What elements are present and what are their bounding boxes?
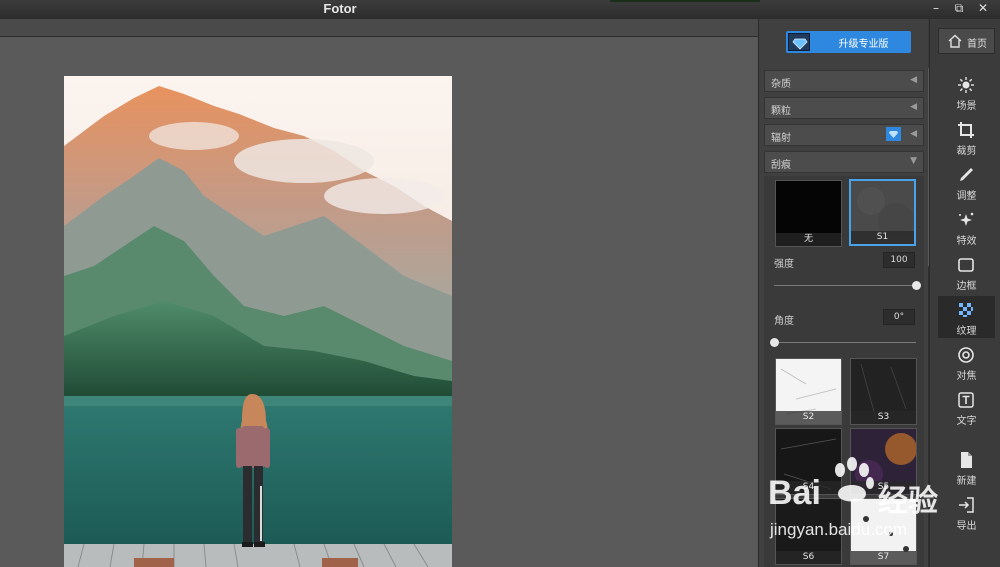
section-radiation-label: 辐射 xyxy=(771,133,791,144)
section-scratch[interactable]: 刮痕 ▼ xyxy=(764,151,924,173)
texture-thumb-label: S3 xyxy=(851,411,916,424)
texture-thumb-s5[interactable]: S5 xyxy=(850,428,917,495)
canvas-toolbar xyxy=(0,19,758,37)
tool-new[interactable]: 新建 xyxy=(938,446,995,488)
text-icon xyxy=(957,391,975,409)
texture-thumb-label: S1 xyxy=(851,231,914,244)
angle-slider-handle[interactable] xyxy=(769,338,779,347)
upgrade-pro-label: 升级专业版 xyxy=(838,39,889,50)
expand-arrow-icon: ▼ xyxy=(910,156,917,166)
tool-scene-label: 场景 xyxy=(956,101,977,112)
tool-effects[interactable]: 特效 xyxy=(938,206,995,248)
crop-icon xyxy=(957,121,975,139)
section-scratch-label: 刮痕 xyxy=(771,160,791,171)
strength-label: 强度 xyxy=(774,259,794,270)
strength-slider-handle[interactable] xyxy=(911,281,921,290)
collapse-arrow-icon: ◀ xyxy=(910,75,917,85)
tool-frame[interactable]: 边框 xyxy=(938,251,995,293)
home-label: 首页 xyxy=(967,39,987,50)
angle-slider-track[interactable] xyxy=(774,342,916,343)
tool-effects-label: 特效 xyxy=(956,236,977,247)
tool-frame-label: 边框 xyxy=(956,281,977,292)
tool-sidebar: 首页 场景 裁剪 调整 特效 边框 纹理 对焦 文字 新建 导出 xyxy=(929,19,1000,567)
section-impurity[interactable]: 杂质 ◀ xyxy=(764,70,924,92)
tool-texture[interactable]: 纹理 xyxy=(938,296,995,338)
section-grain-label: 颗粒 xyxy=(771,106,791,117)
tool-export-label: 导出 xyxy=(956,521,977,532)
texture-thumb-label: 无 xyxy=(776,233,841,246)
upgrade-pro-button[interactable]: 升级专业版 xyxy=(786,31,911,53)
texture-thumb-s4[interactable]: S4 xyxy=(775,428,842,495)
angle-label: 角度 xyxy=(774,316,794,327)
strength-slider-track[interactable] xyxy=(774,285,916,286)
close-button[interactable]: ✕ xyxy=(972,0,994,17)
strength-value[interactable]: 100 xyxy=(883,252,915,268)
tool-text-label: 文字 xyxy=(956,416,977,427)
fotor-app: Fotor – ⧉ ✕ 升级专业版 杂质 ◀ 颗粒 ◀ 辐射 ◀ 刮痕 ▼ 无 … xyxy=(0,0,1000,567)
restore-button[interactable]: ⧉ xyxy=(948,0,970,17)
texture-thumb-label: S7 xyxy=(851,551,916,564)
tool-crop-label: 裁剪 xyxy=(956,146,977,157)
scene-icon xyxy=(957,76,975,94)
section-radiation[interactable]: 辐射 ◀ xyxy=(764,124,924,146)
texture-thumb-s7[interactable]: S7 xyxy=(850,498,917,565)
tool-new-label: 新建 xyxy=(956,476,977,487)
new-file-icon xyxy=(957,451,975,469)
angle-value[interactable]: 0° xyxy=(883,309,915,325)
texture-thumb-none[interactable]: 无 xyxy=(775,180,842,247)
texture-thumb-s2[interactable]: S2 xyxy=(775,358,842,425)
tool-export[interactable]: 导出 xyxy=(938,491,995,533)
texture-panel: 升级专业版 杂质 ◀ 颗粒 ◀ 辐射 ◀ 刮痕 ▼ 无 S1 强度 100 角度… xyxy=(758,19,932,567)
title-bar: Fotor – ⧉ ✕ xyxy=(0,0,1000,19)
texture-thumb-label: S6 xyxy=(776,551,841,564)
tool-focus[interactable]: 对焦 xyxy=(938,341,995,383)
tool-text[interactable]: 文字 xyxy=(938,386,995,428)
texture-thumb-s3[interactable]: S3 xyxy=(850,358,917,425)
window-title: Fotor xyxy=(323,1,357,16)
sparkle-icon xyxy=(957,211,975,229)
focus-icon xyxy=(957,346,975,364)
export-icon xyxy=(957,496,975,514)
photo-image xyxy=(64,76,452,567)
minimize-button[interactable]: – xyxy=(925,0,947,17)
tool-focus-label: 对焦 xyxy=(956,371,977,382)
scratch-options: 无 S1 强度 100 角度 0° S2 S3 S4 S5 S6 S7 xyxy=(764,176,924,567)
texture-thumb-label: S4 xyxy=(776,481,841,494)
texture-thumb-label: S5 xyxy=(851,481,916,494)
texture-thumb-label: S2 xyxy=(776,411,841,424)
brush-icon xyxy=(957,166,975,184)
photo-preview[interactable] xyxy=(64,76,452,567)
section-impurity-label: 杂质 xyxy=(771,79,791,90)
editing-canvas[interactable] xyxy=(0,37,758,567)
tool-crop[interactable]: 裁剪 xyxy=(938,116,995,158)
home-icon xyxy=(948,34,962,51)
texture-thumb-s6[interactable]: S6 xyxy=(775,498,842,565)
collapse-arrow-icon: ◀ xyxy=(910,102,917,112)
texture-icon xyxy=(957,301,975,319)
pro-diamond-icon xyxy=(886,127,901,141)
frame-icon xyxy=(957,256,975,274)
collapse-arrow-icon: ◀ xyxy=(910,129,917,139)
tool-texture-label: 纹理 xyxy=(956,326,977,337)
tool-adjust-label: 调整 xyxy=(956,191,977,202)
tool-scene[interactable]: 场景 xyxy=(938,71,995,113)
tool-adjust[interactable]: 调整 xyxy=(938,161,995,203)
section-grain[interactable]: 颗粒 ◀ xyxy=(764,97,924,119)
texture-thumb-s1[interactable]: S1 xyxy=(849,179,916,246)
diamond-icon xyxy=(788,33,810,51)
home-button[interactable]: 首页 xyxy=(938,28,995,54)
